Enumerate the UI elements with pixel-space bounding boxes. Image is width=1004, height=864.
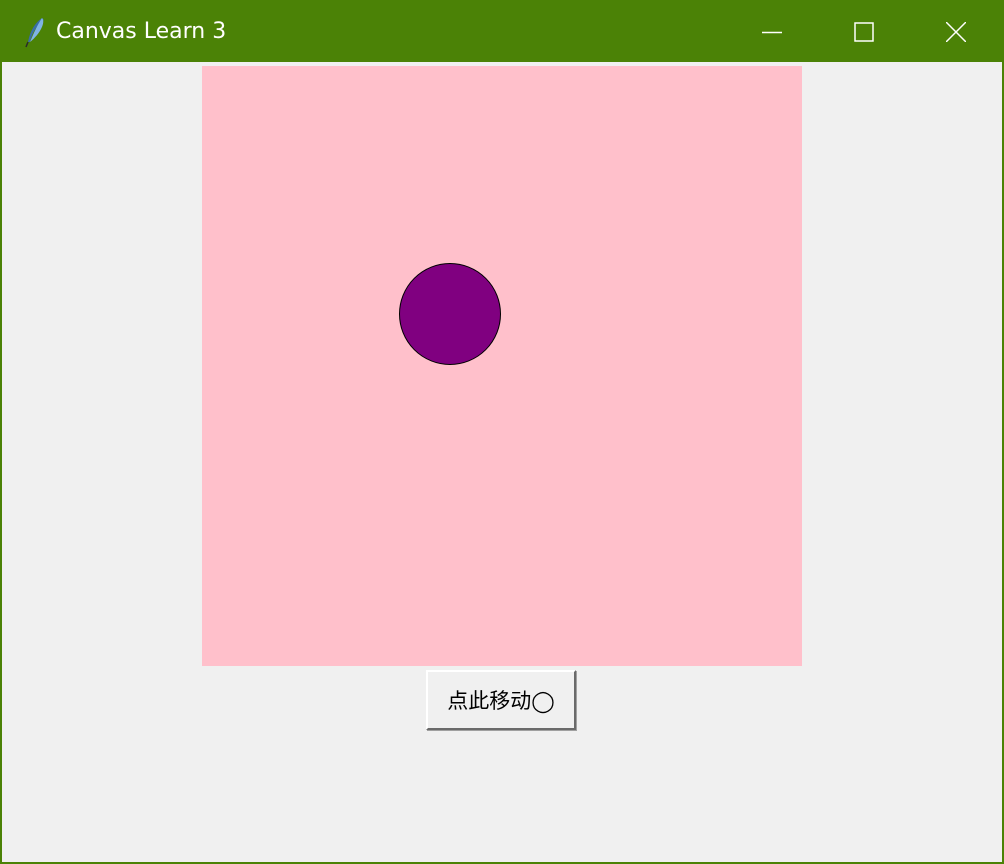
move-circle-button[interactable]: 点此移动◯ [426,670,576,730]
minimize-icon [762,31,782,34]
feather-icon [25,18,44,48]
close-button[interactable] [910,2,1002,62]
maximize-icon [854,22,874,42]
title-bar[interactable]: Canvas Learn 3 [2,2,1002,62]
drawing-canvas[interactable] [202,66,802,666]
window-title: Canvas Learn 3 [56,19,227,44]
close-icon [946,22,966,42]
maximize-button[interactable] [818,2,910,62]
minimize-button[interactable] [726,2,818,62]
purple-circle [399,263,501,365]
app-window: Canvas Learn 3 点此移动◯ [0,0,1004,864]
